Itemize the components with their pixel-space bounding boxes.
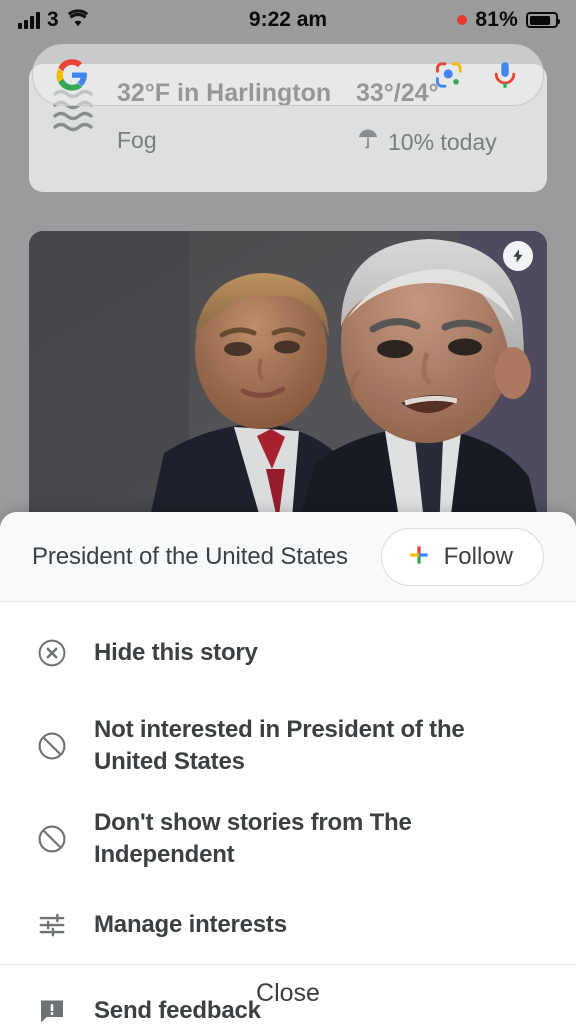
clock-label: 9:22 am [248,8,328,31]
menu-item-label: Manage interests [94,910,287,938]
microphone-icon[interactable] [489,59,521,91]
close-button[interactable]: Close [256,979,320,1008]
tune-icon [32,910,72,940]
menu-item-hide-story[interactable]: Hide this story [0,610,576,696]
news-story-image [29,231,547,531]
battery-percent-label: 81% [475,8,518,31]
menu-item-block-source[interactable]: Don't show stories from The Independent [0,796,576,882]
circle-x-icon [32,637,72,669]
google-search-bar[interactable] [32,44,544,106]
google-g-logo [55,58,89,92]
follow-button[interactable]: Follow [380,527,544,586]
menu-item-not-interested-topic[interactable]: Not interested in President of the Unite… [0,696,576,796]
story-options-bottom-sheet: President of the United States Follow Hi… [0,512,576,1024]
topic-title: President of the United States [32,542,348,570]
menu-item-label: Don't show stories from The Independent [94,808,412,868]
status-bar: 3 9:22 am 81% [0,0,576,40]
block-icon [32,730,72,762]
menu-item-label: Not interested in President of the Unite… [94,715,465,775]
phone-screen: 32°F in Harlington Fog 33°/24° 1 [0,0,576,1024]
menu-item-manage-interests[interactable]: Manage interests [0,882,576,968]
wifi-icon [66,8,90,32]
umbrella-icon [356,127,380,157]
plus-icon [408,544,430,569]
sheet-footer: Close [0,964,576,1024]
record-dot-icon [457,15,468,25]
google-lens-icon[interactable] [433,59,465,91]
weather-precipitation: 10% today [388,128,497,155]
search-input[interactable] [89,45,433,105]
block-icon [32,823,72,855]
weather-condition: Fog [117,127,157,154]
follow-button-label: Follow [443,542,513,570]
news-story-card[interactable] [29,231,547,531]
carrier-label: 3 [47,8,59,31]
options-menu: Hide this story Not interested in Presid… [0,602,576,1024]
amp-lightning-bolt-icon [503,241,533,271]
sheet-header: President of the United States Follow [0,512,576,602]
battery-icon [526,12,560,28]
menu-item-label: Hide this story [94,638,258,666]
cellular-bars-icon [18,11,40,29]
